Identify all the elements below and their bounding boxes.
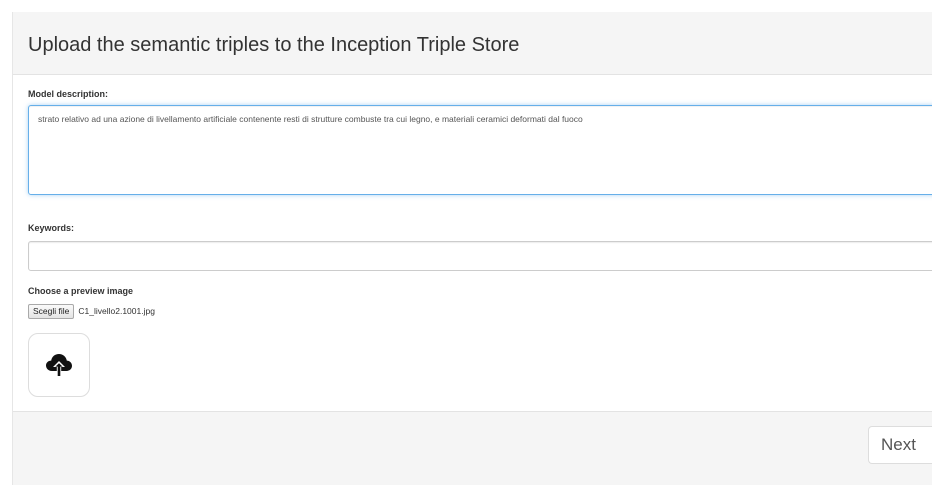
selected-file-name: C1_livello2.1001.jpg — [78, 306, 155, 316]
model-description-label: Model description: — [28, 89, 109, 99]
cloud-upload-icon — [46, 354, 72, 377]
page-title: Upload the semantic triples to the Incep… — [28, 34, 520, 56]
choose-file-button[interactable]: Scegli file — [28, 303, 75, 319]
upload-form: Model description: strato relativo ad un… — [13, 75, 932, 412]
file-chooser: Scegli file C1_livello2.1001.jpg — [28, 303, 155, 319]
keywords-input[interactable] — [28, 241, 932, 271]
preview-image-box[interactable] — [28, 333, 90, 397]
panel-footer: Next — [13, 412, 932, 485]
keywords-label: Keywords: — [28, 223, 75, 233]
upload-panel: Upload the semantic triples to the Incep… — [12, 12, 932, 485]
preview-image-label: Choose a preview image — [28, 286, 134, 296]
model-description-textarea[interactable]: strato relativo ad una azione di livella… — [28, 105, 932, 195]
panel-header: Upload the semantic triples to the Incep… — [13, 12, 932, 75]
next-button[interactable]: Next — [868, 426, 932, 464]
